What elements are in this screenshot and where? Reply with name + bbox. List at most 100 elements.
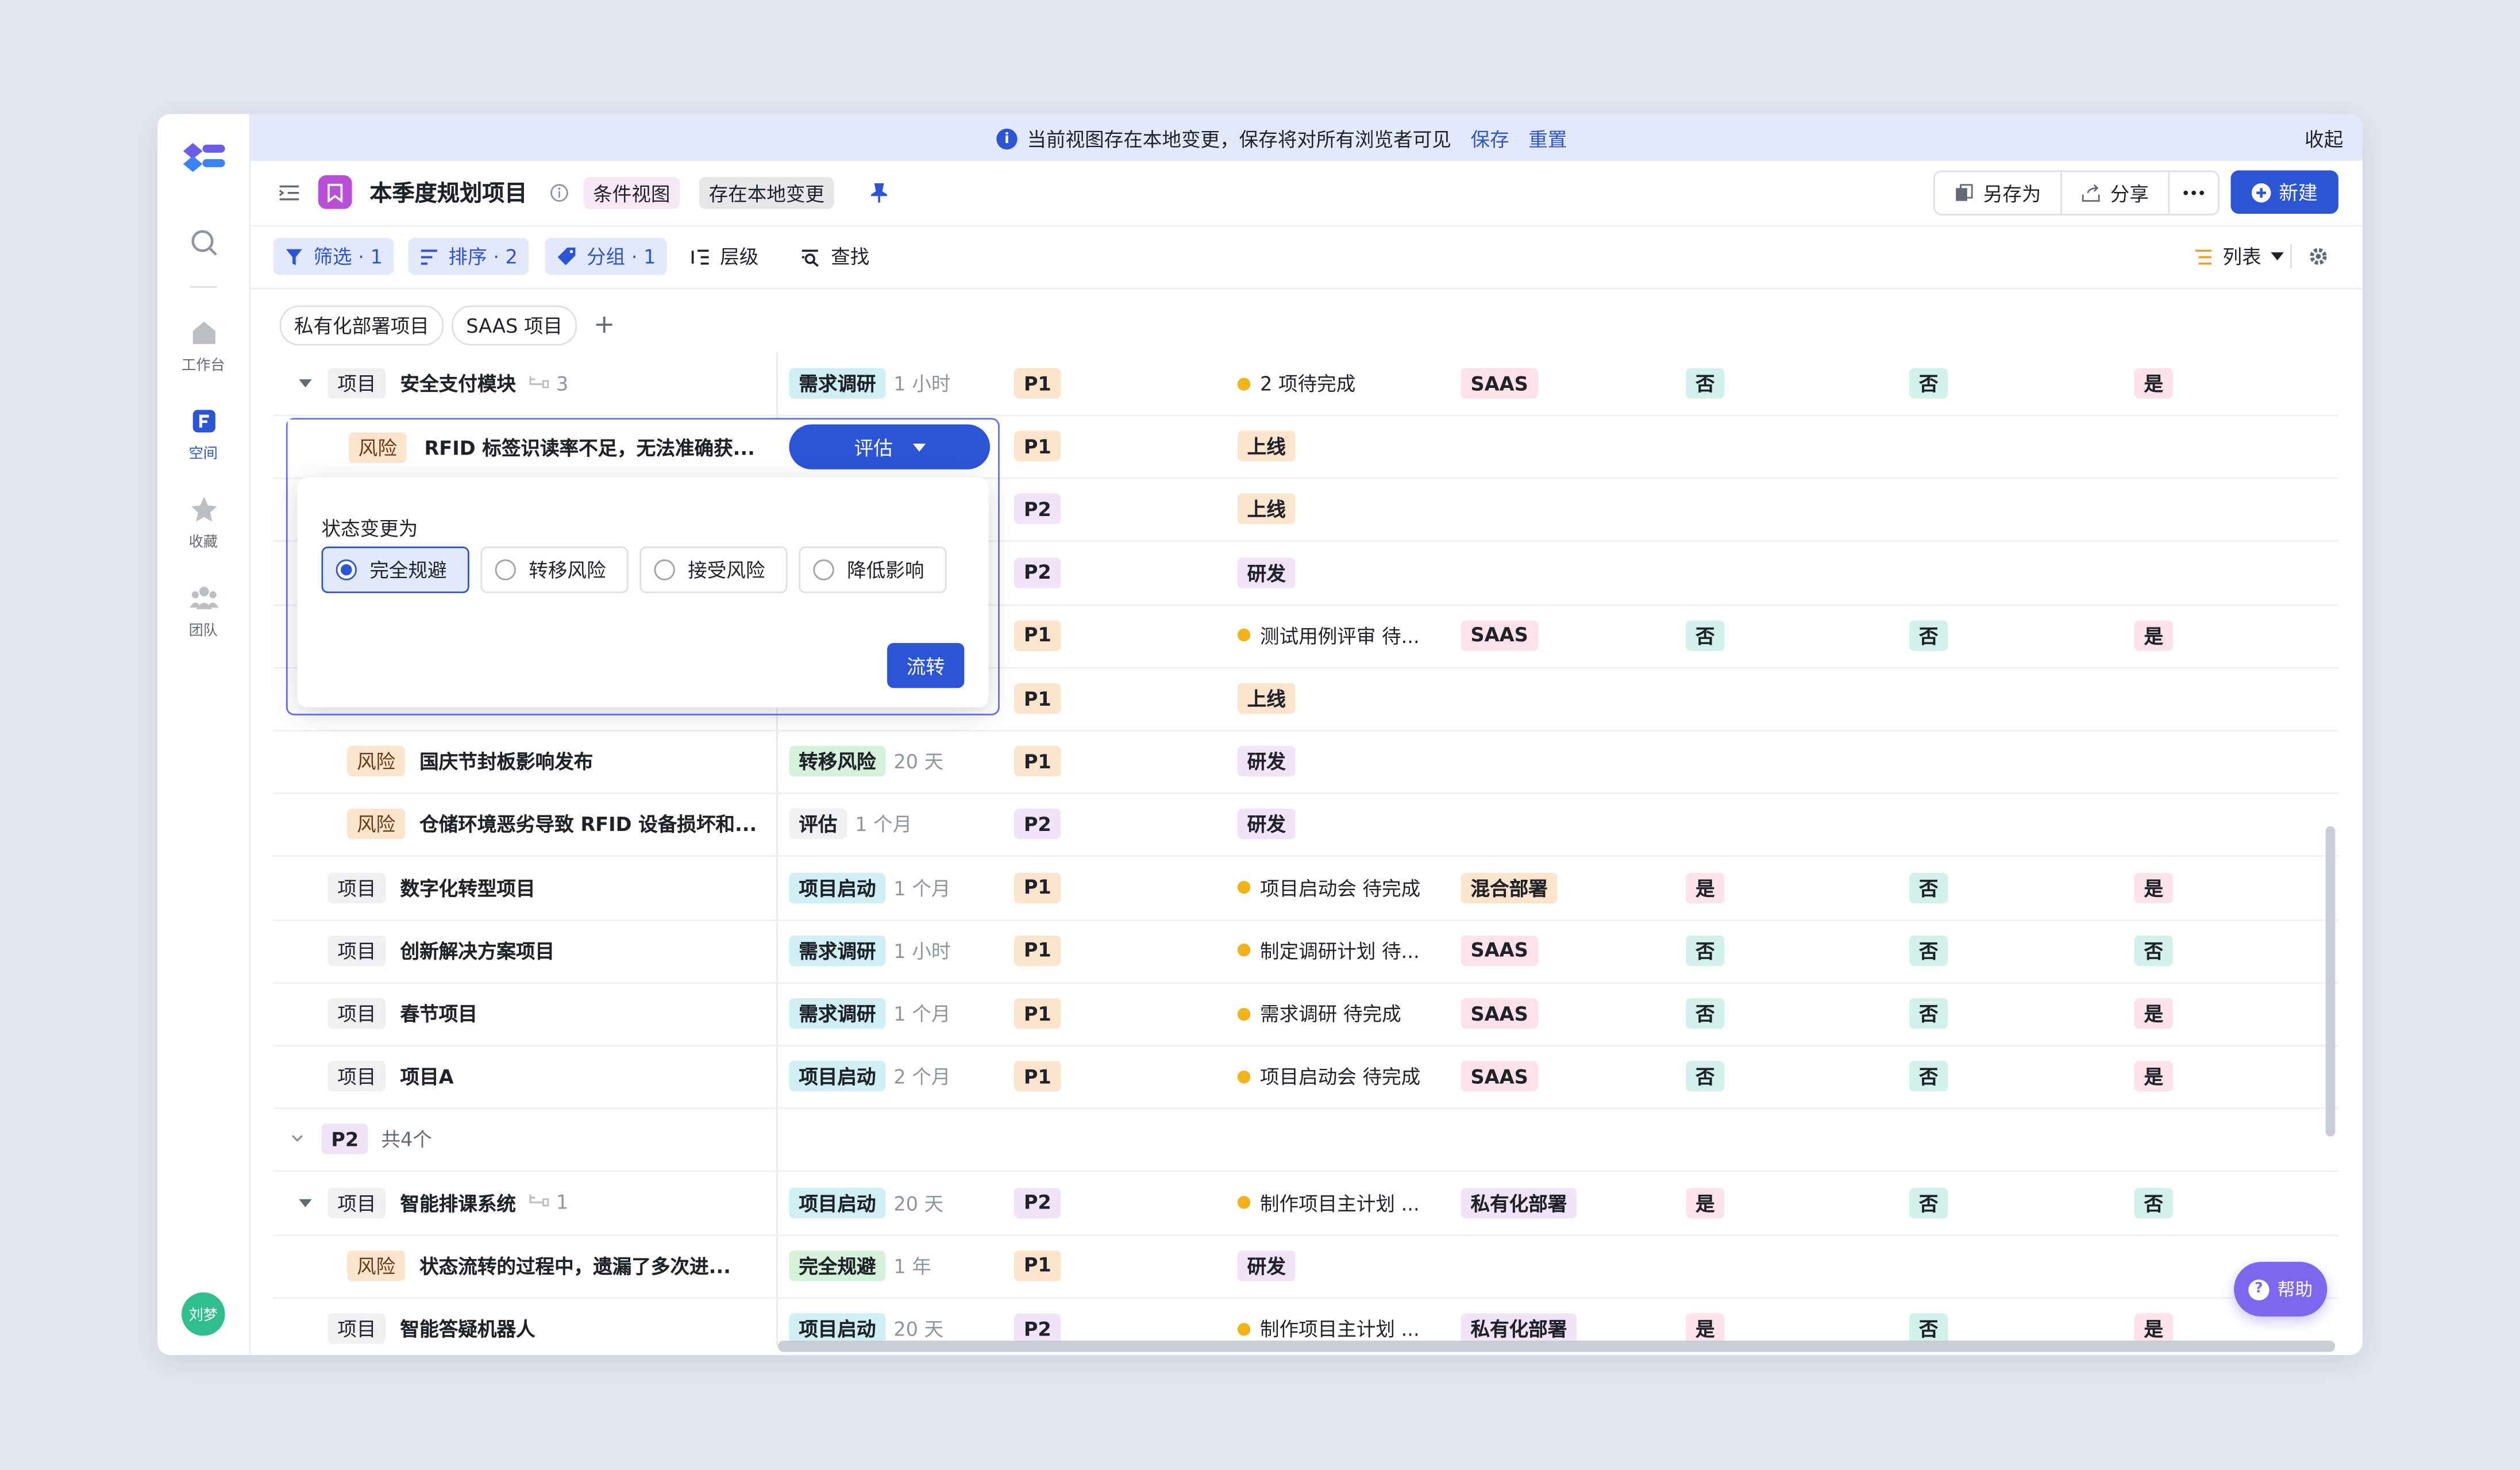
- table-row[interactable]: 风险 状态流转的过程中，遗漏了多次进... 完全规避 1 年 P1 研发: [273, 1234, 2338, 1299]
- progress-cell[interactable]: 上线: [1237, 415, 1296, 478]
- flag-cell[interactable]: 否: [1909, 919, 1948, 982]
- flag-cell[interactable]: 否: [1909, 1045, 1948, 1108]
- info-circle-icon[interactable]: [550, 183, 569, 203]
- priority-cell[interactable]: P1: [1014, 856, 1061, 919]
- flow-confirm-button[interactable]: 流转: [887, 642, 965, 688]
- name-cell[interactable]: 风险 状态流转的过程中，遗漏了多次进...: [347, 1234, 731, 1297]
- row-name[interactable]: 春节项目: [400, 1000, 477, 1028]
- app-logo[interactable]: [180, 138, 228, 177]
- flag-cell[interactable]: 否: [1909, 1297, 1948, 1345]
- row-name[interactable]: 项目A: [400, 1063, 454, 1090]
- priority-cell[interactable]: P1: [1014, 667, 1061, 730]
- gear-icon[interactable]: [2308, 246, 2329, 267]
- flag-cell[interactable]: 否: [1686, 982, 1725, 1045]
- name-cell[interactable]: 项目 智能排课系统 1: [299, 1171, 568, 1234]
- table-row[interactable]: 项目 安全支付模块 3 需求调研 1 小时 P1 2 项待完成 SAAS 否 否 是: [273, 352, 2338, 417]
- name-cell[interactable]: 风险 国庆节封板影响发布: [347, 730, 593, 792]
- sidebar-toggle-icon[interactable]: [278, 182, 300, 204]
- priority-cell[interactable]: P1: [1014, 604, 1061, 667]
- status-cell[interactable]: 完全规避 1 年: [789, 1234, 931, 1297]
- table-row[interactable]: 风险 国庆节封板影响发布 转移风险 20 天 P1 研发: [273, 730, 2338, 795]
- priority-cell[interactable]: P2: [1014, 541, 1061, 604]
- priority-cell[interactable]: P1: [1014, 1045, 1061, 1108]
- table-row[interactable]: P2 共4个: [273, 1108, 2338, 1173]
- priority-cell[interactable]: P1: [1014, 919, 1061, 982]
- name-cell[interactable]: 项目 项目A: [299, 1045, 454, 1108]
- new-button[interactable]: 新建: [2230, 170, 2338, 214]
- progress-cell[interactable]: 制定调研计划 待...: [1237, 919, 1420, 982]
- option-reduce-impact[interactable]: 降低影响: [799, 547, 947, 594]
- row-name[interactable]: 创新解决方案项目: [400, 937, 555, 964]
- flag-cell[interactable]: 否: [1686, 604, 1725, 667]
- name-cell[interactable]: 项目 智能答疑机器人: [299, 1297, 535, 1345]
- star-icon[interactable]: [188, 494, 220, 526]
- flag-cell[interactable]: 否: [2134, 1171, 2173, 1234]
- table-row[interactable]: 项目 项目A 项目启动 2 个月 P1 项目启动会 待完成 SAAS 否 否 是: [273, 1045, 2338, 1110]
- add-tab-icon[interactable]: [595, 315, 614, 334]
- status-cell[interactable]: 项目启动 20 天: [789, 1297, 943, 1345]
- home-icon[interactable]: [188, 317, 220, 349]
- row-name[interactable]: 智能排课系统: [400, 1189, 516, 1217]
- flag-cell[interactable]: 否: [1686, 1045, 1725, 1108]
- row-name[interactable]: 国庆节封板影响发布: [419, 748, 593, 775]
- priority-cell[interactable]: P2: [1014, 793, 1061, 856]
- group-header[interactable]: P2 共4个: [289, 1108, 432, 1171]
- priority-cell[interactable]: P2: [1014, 1297, 1061, 1345]
- level-button[interactable]: 层级: [680, 238, 770, 275]
- row-name[interactable]: RFID 标签识读率不足，无法准确获...: [424, 434, 754, 461]
- name-cell[interactable]: 项目 春节项目: [299, 982, 477, 1045]
- deploy-cell[interactable]: SAAS: [1461, 982, 1538, 1045]
- sort-button[interactable]: 排序 · 2: [408, 237, 529, 275]
- flag-cell[interactable]: 否: [1909, 352, 1948, 415]
- flag-cell[interactable]: 否: [1909, 982, 1948, 1045]
- flag-cell[interactable]: 是: [2134, 604, 2173, 667]
- flag-cell[interactable]: 是: [1686, 856, 1725, 919]
- row-name[interactable]: 数字化转型项目: [400, 874, 535, 902]
- save-link[interactable]: 保存: [1470, 125, 1509, 153]
- flag-cell[interactable]: 否: [1686, 352, 1725, 415]
- progress-cell[interactable]: 研发: [1237, 541, 1296, 604]
- progress-cell[interactable]: 上线: [1237, 478, 1296, 541]
- flag-cell[interactable]: 是: [2134, 1297, 2173, 1345]
- priority-cell[interactable]: P2: [1014, 478, 1061, 541]
- collapse-button[interactable]: 收起: [2305, 125, 2343, 153]
- table-row[interactable]: 项目 数字化转型项目 项目启动 1 个月 P1 项目启动会 待完成 混合部署 是 否 是: [273, 856, 2338, 921]
- progress-cell[interactable]: 上线: [1237, 667, 1296, 730]
- help-button[interactable]: ? 帮助: [2234, 1261, 2328, 1317]
- expand-caret-icon[interactable]: [299, 379, 312, 388]
- status-cell[interactable]: 项目启动 20 天: [789, 1171, 943, 1234]
- chevron-down-icon[interactable]: [289, 1128, 305, 1150]
- flag-cell[interactable]: 否: [1909, 1171, 1948, 1234]
- table-row[interactable]: 项目 春节项目 需求调研 1 个月 P1 需求调研 待完成 SAAS 否 否 是: [273, 982, 2338, 1046]
- option-full-avoid[interactable]: 完全规避: [321, 547, 469, 594]
- progress-cell[interactable]: 2 项待完成: [1237, 352, 1355, 415]
- group-button[interactable]: 分组 · 1: [545, 237, 668, 275]
- progress-cell[interactable]: 测试用例评审 待...: [1237, 604, 1420, 667]
- progress-cell[interactable]: 制作项目主计划 ...: [1237, 1297, 1420, 1345]
- progress-cell[interactable]: 项目启动会 待完成: [1237, 1045, 1420, 1108]
- row-name[interactable]: 仓储环境恶劣导致 RFID 设备损坏和...: [419, 811, 757, 838]
- expand-caret-icon[interactable]: [299, 1198, 312, 1207]
- progress-cell[interactable]: 研发: [1237, 793, 1296, 856]
- priority-cell[interactable]: P2: [1014, 1171, 1061, 1234]
- status-cell[interactable]: 需求调研 1 小时: [789, 352, 950, 415]
- share-button[interactable]: 分享: [2062, 172, 2170, 214]
- status-cell[interactable]: 需求调研 1 小时: [789, 919, 950, 982]
- flag-cell[interactable]: 否: [1909, 604, 1948, 667]
- status-dropdown-button[interactable]: 评估: [789, 424, 991, 470]
- table-row[interactable]: 项目 创新解决方案项目 需求调研 1 小时 P1 制定调研计划 待... SAAS 否 否 否: [273, 919, 2338, 984]
- priority-cell[interactable]: P1: [1014, 982, 1061, 1045]
- table-row[interactable]: 项目 智能排课系统 1 项目启动 20 天 P2 制作项目主计划 ... 私有化部署 是 否 否: [273, 1171, 2338, 1236]
- priority-cell[interactable]: P1: [1014, 1234, 1061, 1297]
- flag-cell[interactable]: 是: [1686, 1171, 1725, 1234]
- progress-cell[interactable]: 需求调研 待完成: [1237, 982, 1401, 1045]
- flag-cell[interactable]: 是: [2134, 1045, 2173, 1108]
- name-cell[interactable]: 项目 创新解决方案项目: [299, 919, 554, 982]
- vertical-scrollbar[interactable]: [2325, 826, 2336, 1137]
- row-name[interactable]: 智能答疑机器人: [400, 1315, 535, 1342]
- status-cell[interactable]: 评估 1 个月: [789, 793, 912, 856]
- deploy-cell[interactable]: 私有化部署: [1461, 1171, 1577, 1234]
- progress-cell[interactable]: 制作项目主计划 ...: [1237, 1171, 1420, 1234]
- status-cell[interactable]: 转移风险 20 天: [789, 730, 943, 792]
- deploy-cell[interactable]: SAAS: [1461, 919, 1538, 982]
